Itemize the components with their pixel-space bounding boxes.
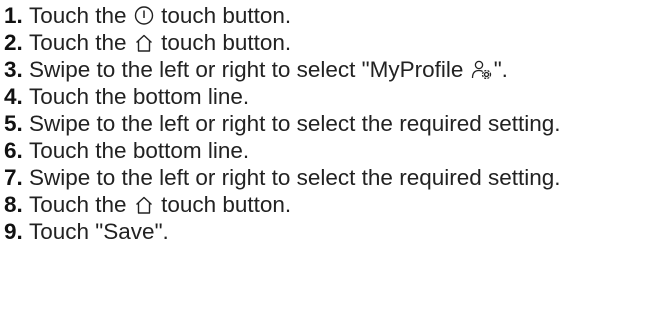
step-number: 3. [4, 57, 23, 82]
step-text: Touch the touch button. [29, 3, 292, 28]
home-icon [134, 195, 154, 215]
step-text: Swipe to the left or right to select the… [29, 165, 561, 190]
step-1: 1. Touch the touch button. [4, 3, 645, 29]
step-3: 3. Swipe to the left or right to select … [4, 57, 645, 83]
step-6: 6. Touch the bottom line. [4, 138, 645, 164]
step-text: Touch the bottom line. [29, 138, 250, 163]
step-text: Touch "Save". [29, 219, 169, 244]
instruction-steps: 1. Touch the touch button. 2. Touch the … [0, 0, 645, 245]
step-text: Swipe to the left or right to select the… [29, 111, 561, 136]
step-number: 9. [4, 219, 23, 244]
step-8: 8. Touch the touch button. [4, 192, 645, 218]
step-number: 2. [4, 30, 23, 55]
home-icon [134, 33, 154, 53]
step-2: 2. Touch the touch button. [4, 30, 645, 56]
step-text: Touch the touch button. [29, 30, 292, 55]
step-number: 1. [4, 3, 23, 28]
step-number: 5. [4, 111, 23, 136]
step-text: Swipe to the left or right to select "My… [29, 57, 508, 82]
step-4: 4. Touch the bottom line. [4, 84, 645, 110]
user-settings-icon [471, 60, 493, 80]
step-number: 4. [4, 84, 23, 109]
step-9: 9. Touch "Save". [4, 219, 645, 245]
power-icon [134, 5, 154, 26]
step-number: 6. [4, 138, 23, 163]
step-5: 5. Swipe to the left or right to select … [4, 111, 645, 137]
step-number: 8. [4, 192, 23, 217]
step-text: Touch the touch button. [29, 192, 292, 217]
step-7: 7. Swipe to the left or right to select … [4, 165, 645, 191]
step-number: 7. [4, 165, 23, 190]
step-text: Touch the bottom line. [29, 84, 250, 109]
